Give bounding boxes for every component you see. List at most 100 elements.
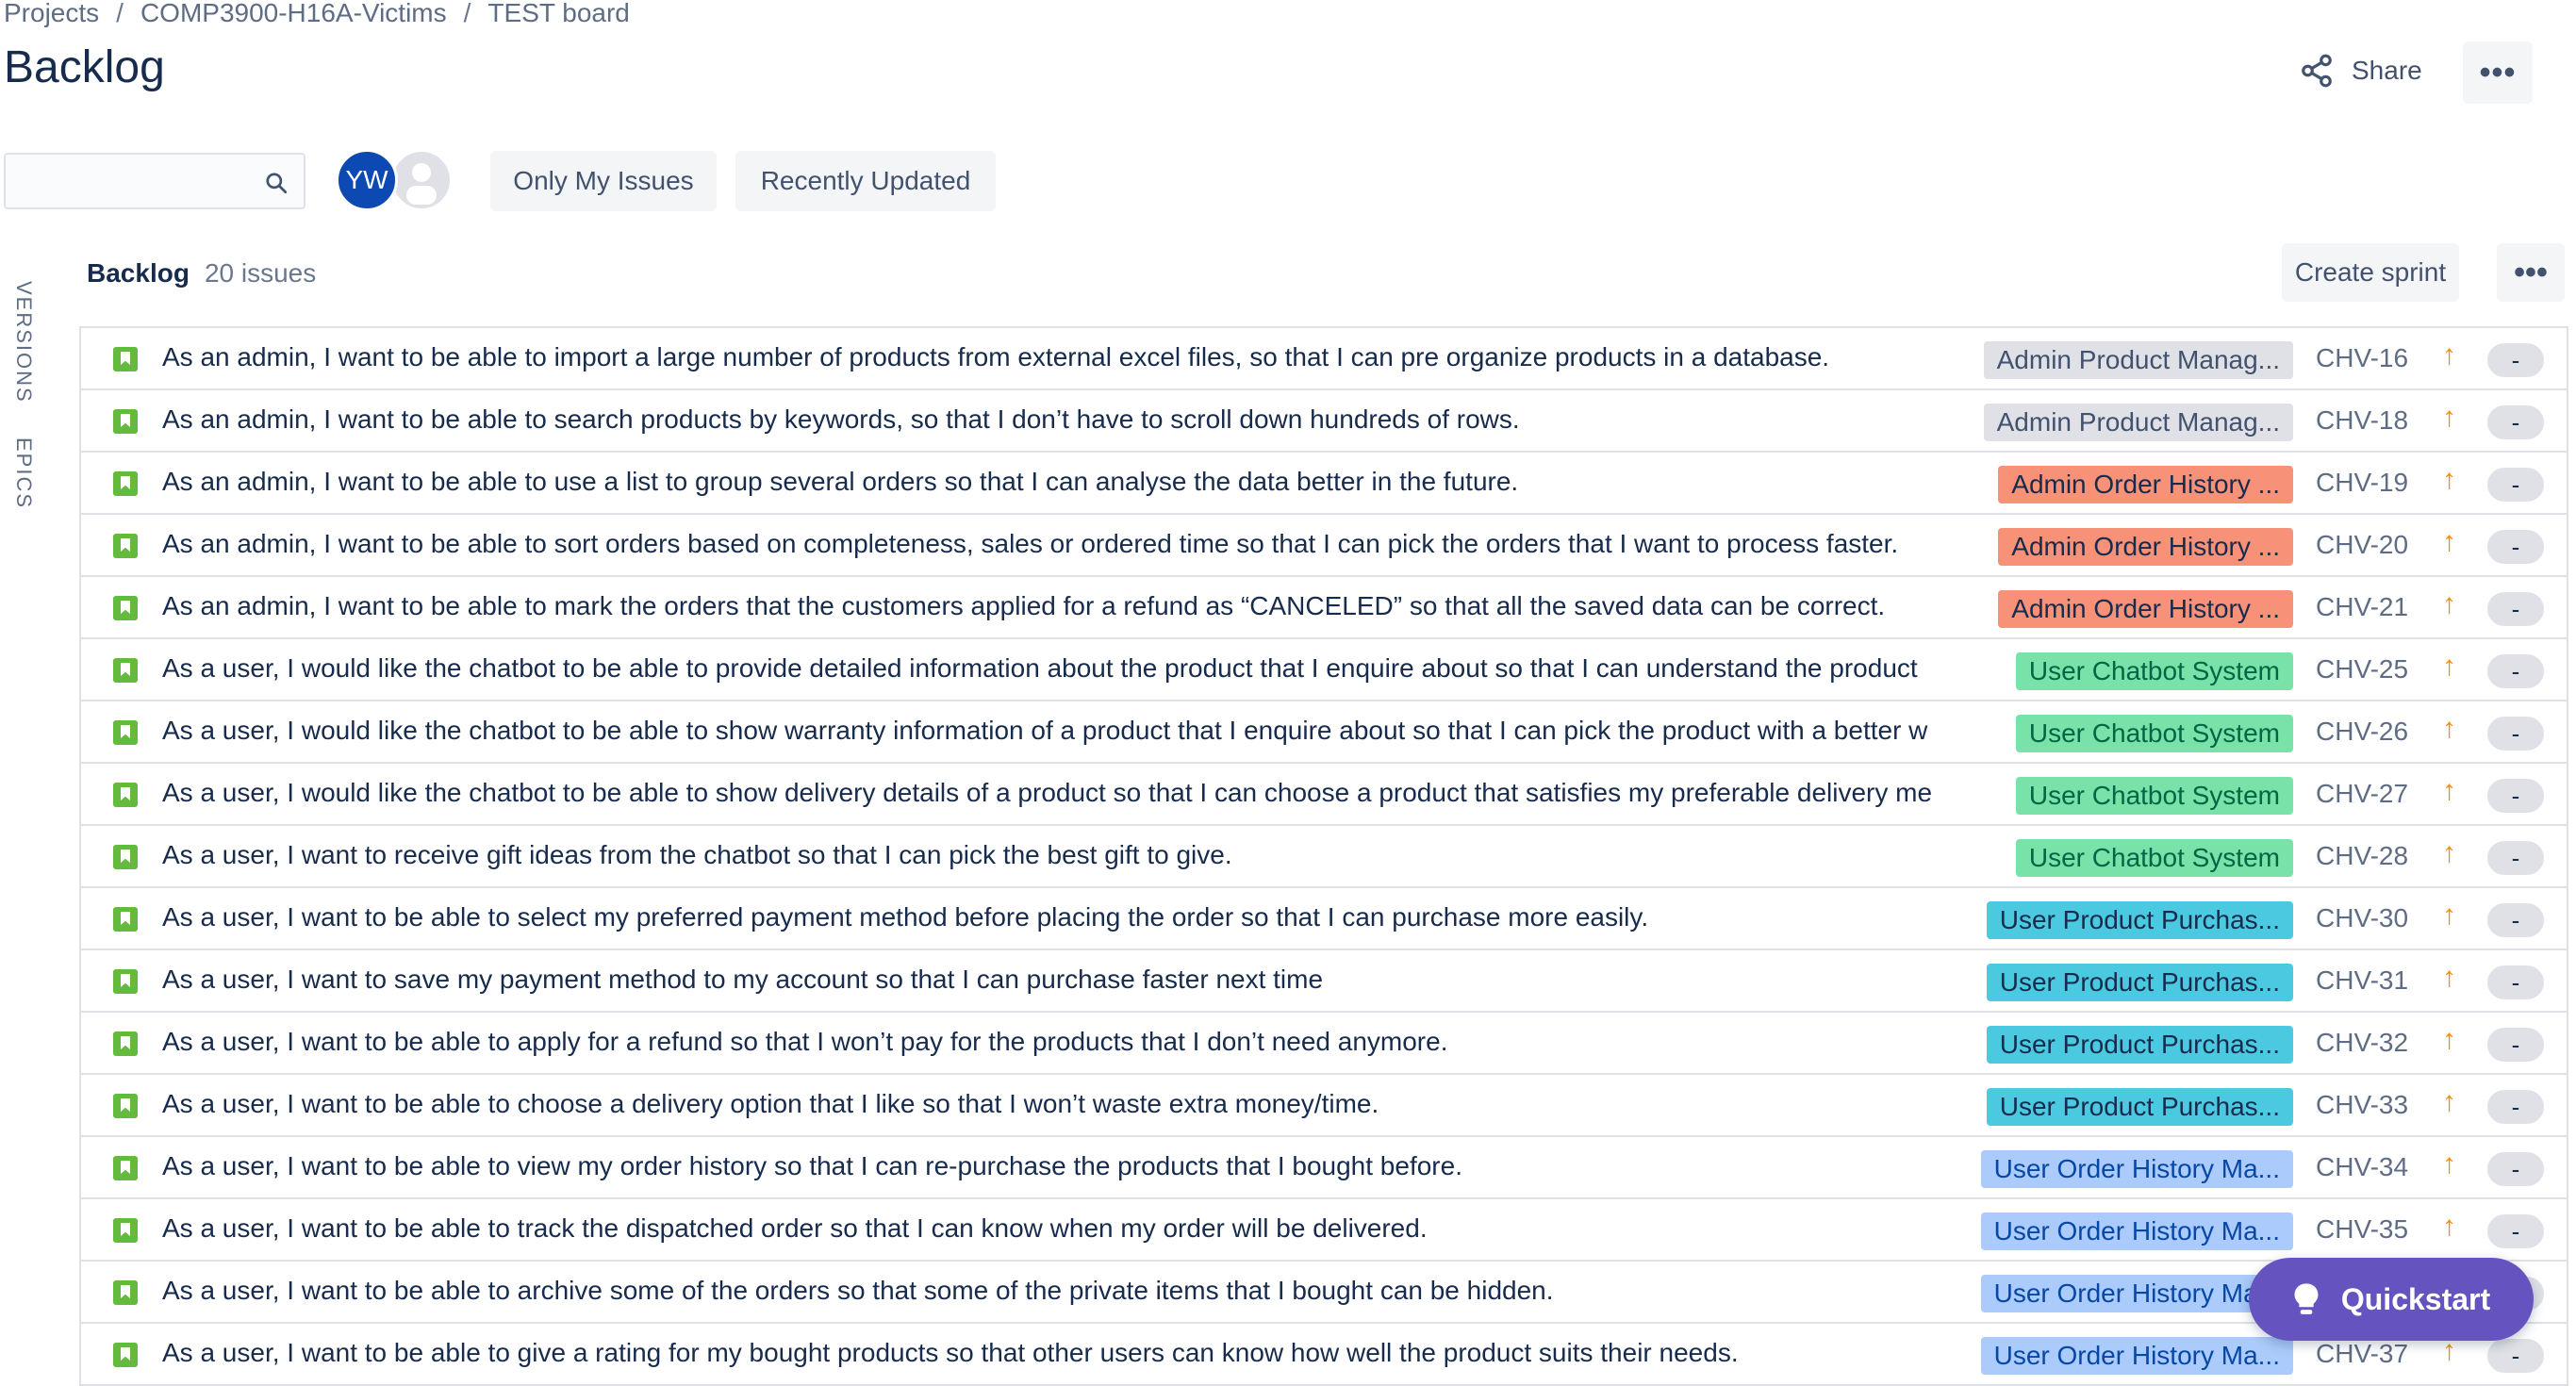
breadcrumb-project[interactable]: COMP3900-H16A-Victims: [140, 0, 447, 27]
estimate-badge[interactable]: -: [2487, 903, 2544, 937]
issue-summary: As an admin, I want to be able to sort o…: [162, 529, 1899, 558]
issue-key[interactable]: CHV-37: [2316, 1339, 2408, 1369]
priority-high-icon: ↑: [2442, 899, 2456, 931]
issue-key[interactable]: CHV-27: [2316, 779, 2408, 809]
story-icon: [113, 969, 138, 994]
backlog-more-button[interactable]: •••: [2497, 243, 2565, 302]
estimate-badge[interactable]: -: [2487, 592, 2544, 626]
epic-label[interactable]: User Product Purchas...: [1986, 1026, 2293, 1064]
issue-row[interactable]: As a user, I want to be able to select m…: [81, 888, 2567, 950]
epic-label[interactable]: User Chatbot System: [2015, 715, 2293, 752]
issue-row[interactable]: As a user, I want to be able to view my …: [81, 1137, 2567, 1199]
more-actions-button[interactable]: •••: [2463, 41, 2533, 104]
estimate-badge[interactable]: -: [2487, 530, 2544, 564]
issue-row[interactable]: As a user, I want to be able to archive …: [81, 1262, 2567, 1324]
epics-tab[interactable]: EPICS: [11, 437, 36, 509]
issue-row[interactable]: As a user, I want to be able to track th…: [81, 1199, 2567, 1262]
lightbulb-icon: [2294, 1283, 2319, 1314]
issue-row[interactable]: As an admin, I want to be able to sort o…: [81, 515, 2567, 577]
epic-label[interactable]: Admin Order History ...: [1998, 528, 2293, 566]
only-my-issues-button[interactable]: Only My Issues: [490, 151, 717, 211]
issue-row[interactable]: As a user, I want to receive gift ideas …: [81, 826, 2567, 888]
story-icon: [113, 1156, 138, 1180]
quickstart-button[interactable]: Quickstart: [2249, 1258, 2534, 1341]
story-icon: [113, 720, 138, 745]
epic-label[interactable]: User Chatbot System: [2015, 777, 2293, 815]
issue-key[interactable]: CHV-26: [2316, 717, 2408, 747]
priority-high-icon: ↑: [2442, 339, 2456, 371]
issue-summary: As a user, I want to save my payment met…: [162, 965, 1324, 994]
estimate-badge[interactable]: -: [2487, 468, 2544, 502]
search-icon: [266, 173, 288, 194]
priority-high-icon: ↑: [2442, 775, 2456, 806]
epic-label[interactable]: User Product Purchas...: [1986, 964, 2293, 1001]
issue-row[interactable]: As an admin, I want to be able to use a …: [81, 453, 2567, 515]
issue-key[interactable]: CHV-25: [2316, 654, 2408, 685]
estimate-badge[interactable]: -: [2487, 405, 2544, 439]
issue-key[interactable]: CHV-31: [2316, 965, 2408, 996]
share-button[interactable]: Share: [2299, 53, 2422, 89]
recently-updated-button[interactable]: Recently Updated: [735, 151, 996, 211]
create-sprint-button[interactable]: Create sprint: [2282, 243, 2459, 302]
epic-label[interactable]: Admin Order History ...: [1998, 466, 2293, 503]
breadcrumb-board[interactable]: TEST board: [487, 0, 629, 27]
estimate-badge[interactable]: -: [2487, 965, 2544, 999]
issue-key[interactable]: CHV-18: [2316, 405, 2408, 436]
versions-tab[interactable]: VERSIONS: [11, 281, 36, 404]
priority-high-icon: ↑: [2442, 588, 2456, 619]
epic-label[interactable]: Admin Product Manag...: [1983, 341, 2293, 379]
issue-key[interactable]: CHV-19: [2316, 468, 2408, 498]
estimate-badge[interactable]: -: [2487, 1214, 2544, 1248]
epic-label[interactable]: User Product Purchas...: [1986, 1088, 2293, 1126]
search-input[interactable]: [4, 153, 305, 209]
epic-label[interactable]: User Chatbot System: [2015, 839, 2293, 877]
estimate-badge[interactable]: -: [2487, 1028, 2544, 1062]
issue-key[interactable]: CHV-20: [2316, 530, 2408, 560]
epic-label[interactable]: Admin Product Manag...: [1983, 404, 2293, 441]
epic-label[interactable]: User Order History Ma...: [1980, 1275, 2293, 1312]
issue-key[interactable]: CHV-34: [2316, 1152, 2408, 1182]
issue-key[interactable]: CHV-21: [2316, 592, 2408, 622]
avatar-unassigned[interactable]: [390, 149, 453, 211]
priority-high-icon: ↑: [2442, 651, 2456, 682]
issue-key[interactable]: CHV-35: [2316, 1214, 2408, 1245]
issue-key[interactable]: CHV-16: [2316, 343, 2408, 373]
estimate-badge[interactable]: -: [2487, 717, 2544, 751]
estimate-badge[interactable]: -: [2487, 654, 2544, 688]
epic-label[interactable]: User Order History Ma...: [1980, 1213, 2293, 1250]
estimate-badge[interactable]: -: [2487, 1152, 2544, 1186]
priority-high-icon: ↑: [2442, 1148, 2456, 1180]
issue-row[interactable]: As a user, I would like the chatbot to b…: [81, 639, 2567, 701]
issue-row[interactable]: As a user, I want to be able to choose a…: [81, 1075, 2567, 1137]
priority-high-icon: ↑: [2442, 1086, 2456, 1117]
issue-key[interactable]: CHV-32: [2316, 1028, 2408, 1058]
issue-row[interactable]: As an admin, I want to be able to mark t…: [81, 577, 2567, 639]
issue-key[interactable]: CHV-30: [2316, 903, 2408, 933]
epic-label[interactable]: User Order History Ma...: [1980, 1337, 2293, 1375]
priority-high-icon: ↑: [2442, 1024, 2456, 1055]
estimate-badge[interactable]: -: [2487, 779, 2544, 813]
issue-row[interactable]: As a user, I want to save my payment met…: [81, 950, 2567, 1013]
issue-summary: As a user, I would like the chatbot to b…: [162, 778, 1933, 807]
estimate-badge[interactable]: -: [2487, 841, 2544, 875]
story-icon: [113, 347, 138, 371]
issue-row[interactable]: As a user, I want to be able to apply fo…: [81, 1013, 2567, 1075]
avatar[interactable]: YW: [336, 149, 398, 211]
story-icon: [113, 783, 138, 807]
estimate-badge[interactable]: -: [2487, 1339, 2544, 1373]
issue-key[interactable]: CHV-33: [2316, 1090, 2408, 1120]
estimate-badge[interactable]: -: [2487, 343, 2544, 377]
issue-row[interactable]: As a user, I would like the chatbot to b…: [81, 764, 2567, 826]
issue-row[interactable]: As a user, I want to be able to give a r…: [81, 1324, 2567, 1386]
issue-row[interactable]: As a user, I would like the chatbot to b…: [81, 701, 2567, 764]
issue-key[interactable]: CHV-28: [2316, 841, 2408, 871]
epic-label[interactable]: User Order History Ma...: [1980, 1150, 2293, 1188]
issue-row[interactable]: As an admin, I want to be able to search…: [81, 390, 2567, 453]
estimate-badge[interactable]: -: [2487, 1090, 2544, 1124]
story-icon: [113, 1218, 138, 1243]
epic-label[interactable]: User Product Purchas...: [1986, 901, 2293, 939]
breadcrumb-projects[interactable]: Projects: [4, 0, 99, 27]
epic-label[interactable]: User Chatbot System: [2015, 652, 2293, 690]
issue-row[interactable]: As an admin, I want to be able to import…: [81, 328, 2567, 390]
epic-label[interactable]: Admin Order History ...: [1998, 590, 2293, 628]
